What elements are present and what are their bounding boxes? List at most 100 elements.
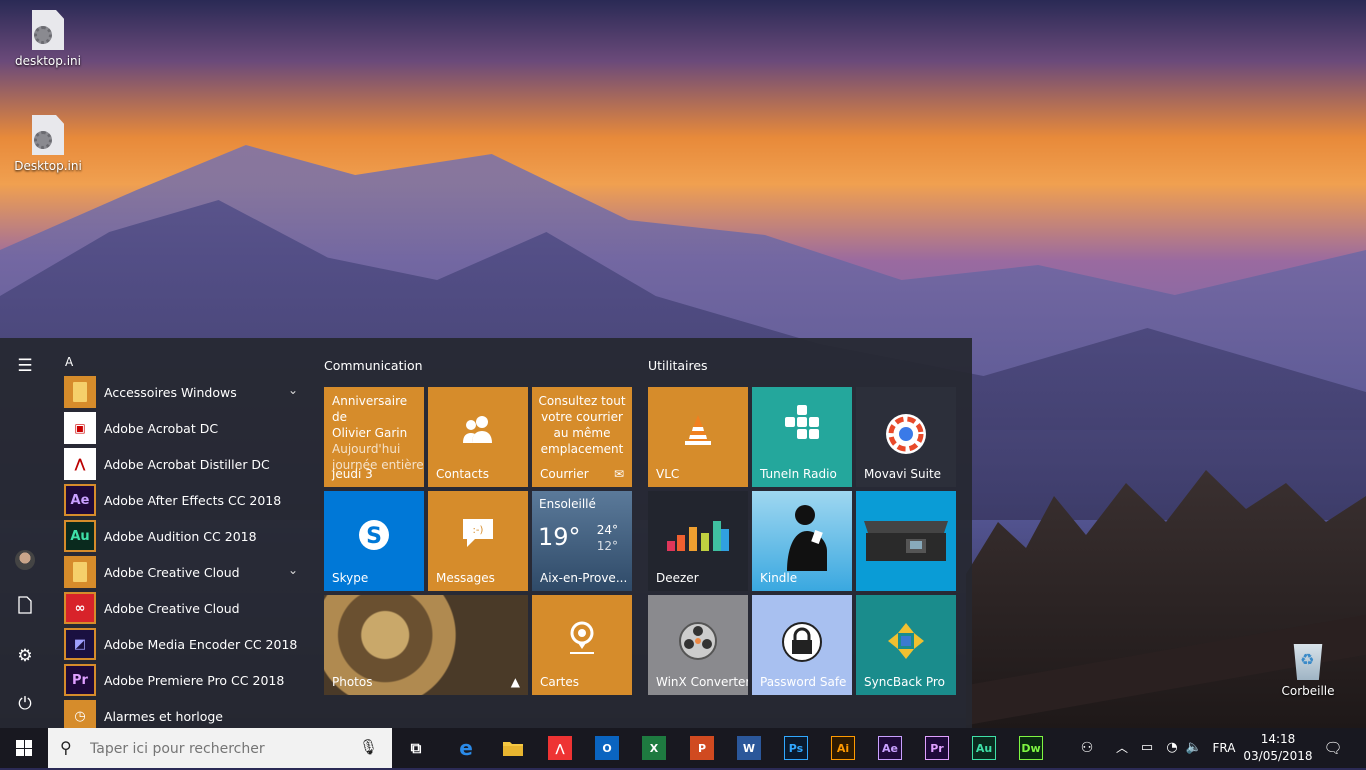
app-adobe-creative-cloud-folder[interactable]: Adobe Creative Cloud ⌄ — [56, 554, 306, 590]
app-alarmes-horloge[interactable]: ◷ Alarmes et horloge — [56, 698, 306, 728]
battery-icon[interactable]: ▭ — [1136, 728, 1158, 768]
calendar-event-line: Aujourd'hui — [332, 442, 401, 456]
after-effects-taskbar-icon[interactable]: Ae — [878, 736, 902, 760]
app-after-effects[interactable]: Ae Adobe After Effects CC 2018 — [56, 482, 306, 518]
tile-label: Movavi Suite — [864, 467, 942, 481]
tile-tunein[interactable]: TuneIn Radio — [752, 387, 852, 487]
app-media-encoder[interactable]: ◩ Adobe Media Encoder CC 2018 — [56, 626, 306, 662]
microphone-icon[interactable]: 🎙 — [359, 738, 378, 756]
group-title-utilitaires[interactable]: Utilitaires — [648, 358, 708, 373]
illustrator-icon[interactable]: Ai — [831, 736, 855, 760]
documents-icon[interactable] — [13, 596, 37, 620]
folder-icon — [64, 376, 96, 408]
tile-mail[interactable]: Consultez tout votre courrier au même em… — [532, 387, 632, 487]
people-icon — [428, 413, 528, 454]
chevron-up-icon[interactable]: ︿ — [1112, 728, 1132, 768]
desktop-icon-recycle-bin[interactable]: Corbeille — [1268, 640, 1348, 698]
excel-icon[interactable]: X — [642, 736, 666, 760]
desktop-icon-label: Corbeille — [1281, 684, 1335, 698]
tile-photos[interactable]: Photos ▲ — [324, 595, 528, 695]
tile-skype[interactable]: S Skype — [324, 491, 424, 591]
search-input[interactable] — [88, 728, 362, 770]
tile-label: Courrier — [540, 467, 589, 481]
tile-deezer[interactable]: Deezer — [648, 491, 748, 591]
app-adobe-acrobat-distiller[interactable]: ⋀ Adobe Acrobat Distiller DC — [56, 446, 306, 482]
tile-password-safe[interactable]: Password Safe — [752, 595, 852, 695]
people-icon[interactable]: ⚇ — [1074, 728, 1100, 768]
audition-taskbar-icon[interactable]: Au — [972, 736, 996, 760]
outlook-icon[interactable]: O — [595, 736, 619, 760]
app-label: Adobe Premiere Pro CC 2018 — [104, 672, 285, 688]
mail-tile-text: Consultez tout votre courrier au même em… — [538, 394, 626, 456]
user-avatar[interactable] — [15, 550, 35, 570]
taskbar-clock[interactable]: 14:18 03/05/2018 — [1240, 731, 1316, 765]
desktop-icon-desktop-ini-2[interactable]: Desktop.ini — [8, 115, 88, 173]
app-adobe-creative-cloud[interactable]: ∞ Adobe Creative Cloud — [56, 590, 306, 626]
creative-cloud-icon: ∞ — [64, 592, 96, 624]
message-bubble-icon: :-) — [428, 517, 528, 558]
after-effects-icon: Ae — [64, 484, 96, 516]
app-accessoires-windows[interactable]: Accessoires Windows ⌄ — [56, 374, 306, 410]
app-label: Adobe Acrobat DC — [104, 420, 219, 436]
app-premiere-pro[interactable]: Pr Adobe Premiere Pro CC 2018 — [56, 662, 306, 698]
app-label: Adobe Audition CC 2018 — [104, 528, 257, 544]
wifi-icon[interactable]: ◔ — [1160, 728, 1184, 768]
tile-maps[interactable]: Cartes — [532, 595, 632, 695]
volume-icon[interactable]: 🔈 — [1184, 728, 1204, 768]
tile-syncback[interactable]: SyncBack Pro — [856, 595, 956, 695]
task-view-icon[interactable]: ⧉ — [404, 736, 428, 760]
acrobat-dc-icon: ▣ — [64, 412, 96, 444]
premiere-taskbar-icon[interactable]: Pr — [925, 736, 949, 760]
photoshop-icon[interactable]: Ps — [784, 736, 808, 760]
syncback-arrows-icon — [856, 621, 956, 670]
app-adobe-acrobat-dc[interactable]: ▣ Adobe Acrobat DC — [56, 410, 306, 446]
taskbar-search-box[interactable]: ⚲ 🎙 — [48, 728, 392, 770]
tile-contacts[interactable]: Contacts — [428, 387, 528, 487]
powerpoint-icon[interactable]: P — [690, 736, 714, 760]
app-list: A Accessoires Windows ⌄ ▣ Adobe Acrobat … — [56, 350, 306, 728]
printer-icon — [856, 513, 956, 578]
audition-icon: Au — [64, 520, 96, 552]
desktop-icon-desktop-ini-1[interactable]: desktop.ini — [8, 10, 88, 68]
acrobat-icon[interactable]: ⋀ — [548, 736, 572, 760]
group-title-communication[interactable]: Communication — [324, 358, 423, 373]
dreamweaver-icon[interactable]: Dw — [1019, 736, 1043, 760]
app-label: Accessoires Windows — [104, 384, 237, 400]
tile-vlc[interactable]: VLC — [648, 387, 748, 487]
media-encoder-icon: ◩ — [64, 628, 96, 660]
vlc-cone-icon — [648, 413, 748, 456]
tile-label: Aix-en-Prove... — [540, 571, 628, 585]
weather-high: 24° — [596, 523, 618, 537]
notifications-icon[interactable]: 🗨 — [1320, 728, 1346, 768]
tile-movavi[interactable]: Movavi Suite — [856, 387, 956, 487]
acrobat-distiller-icon: ⋀ — [64, 448, 96, 480]
calendar-event-line: Anniversaire de — [332, 394, 408, 424]
word-icon[interactable]: W — [737, 736, 761, 760]
app-list-letter-header[interactable]: A — [56, 350, 306, 374]
start-menu-rail: ☰ ⚙ ⏻ — [0, 338, 50, 728]
tile-weather[interactable]: Ensoleillé 19° 24° 12° Aix-en-Prove... — [532, 491, 632, 591]
photo-icon: ▲ — [510, 675, 520, 689]
language-indicator[interactable]: FRA — [1208, 728, 1240, 768]
tile-messages[interactable]: :-) Messages — [428, 491, 528, 591]
tile-calendar[interactable]: Anniversaire de Olivier Garin Aujourd'hu… — [324, 387, 424, 487]
tile-winx-converter[interactable]: WinX Converter — [648, 595, 748, 695]
tile-label: Messages — [436, 571, 495, 585]
settings-gear-icon[interactable]: ⚙ — [13, 644, 37, 668]
hamburger-menu-icon[interactable]: ☰ — [13, 354, 37, 378]
weather-condition: Ensoleillé — [539, 497, 596, 511]
chevron-down-icon[interactable]: ⌄ — [288, 383, 298, 397]
tile-kindle[interactable]: Kindle — [752, 491, 852, 591]
chevron-down-icon[interactable]: ⌄ — [288, 563, 298, 577]
weather-temperature: 19° — [538, 523, 581, 551]
file-explorer-icon[interactable] — [501, 736, 525, 760]
skype-icon: S — [324, 517, 424, 562]
settings-file-icon — [32, 10, 64, 50]
app-audition[interactable]: Au Adobe Audition CC 2018 — [56, 518, 306, 554]
padlock-icon — [752, 621, 852, 672]
start-button[interactable] — [0, 728, 48, 768]
tile-printer[interactable] — [856, 491, 956, 591]
power-icon[interactable]: ⏻ — [13, 692, 37, 716]
edge-icon[interactable]: e — [454, 736, 478, 760]
kindle-reader-icon — [752, 501, 852, 580]
